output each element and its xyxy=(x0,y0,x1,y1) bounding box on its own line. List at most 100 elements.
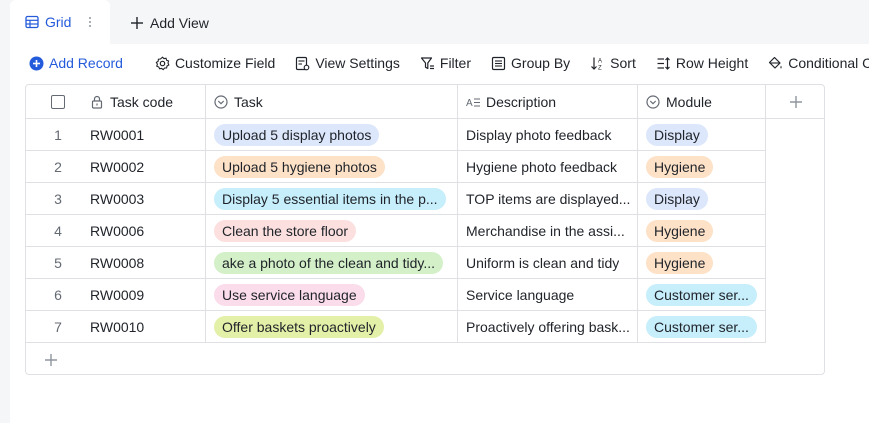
row-index-value: 4 xyxy=(54,222,62,239)
description-cell[interactable]: Display photo feedback xyxy=(457,119,637,151)
tab-grid[interactable]: Grid xyxy=(10,0,110,44)
description-value: Merchandise in the assi... xyxy=(466,222,625,239)
row-height-button[interactable]: Row Height xyxy=(656,50,748,76)
table-row[interactable]: 6 RW0009 Use service language Service langu… xyxy=(26,279,766,311)
task-cell[interactable]: Upload 5 hygiene photos xyxy=(205,151,457,183)
group-by-button[interactable]: Group By xyxy=(491,50,570,76)
description-cell[interactable]: Service language xyxy=(457,279,637,311)
task-code-cell[interactable]: RW0003 xyxy=(90,183,205,215)
header-module[interactable]: Module xyxy=(637,85,766,119)
task-code-cell[interactable]: RW0009 xyxy=(90,279,205,311)
module-cell[interactable]: Hygiene xyxy=(637,215,766,247)
filter-icon xyxy=(420,56,434,69)
task-code-cell[interactable]: RW0008 xyxy=(90,247,205,279)
description-cell[interactable]: TOP items are displayed... xyxy=(457,183,637,215)
module-cell[interactable]: Display xyxy=(637,183,766,215)
add-record-label: Add Record xyxy=(49,55,123,71)
task-code-value: RW0010 xyxy=(90,318,145,335)
svg-text:A: A xyxy=(466,98,473,109)
row-height-icon xyxy=(657,56,670,70)
task-cell[interactable]: ake a photo of the clean and tidy... xyxy=(205,247,457,279)
task-cell[interactable]: Display 5 essential items in the p... xyxy=(205,183,457,215)
svg-text:Z: Z xyxy=(598,65,602,71)
add-view-button[interactable]: Add View xyxy=(130,12,209,34)
header-task-code[interactable]: Task code xyxy=(90,85,205,119)
header-description[interactable]: A Description xyxy=(457,85,637,119)
sort-label: Sort xyxy=(610,55,636,71)
module-option-pill: Display xyxy=(646,187,708,210)
table-row[interactable]: 2 RW0002 Upload 5 hygiene photos Hygiene ph… xyxy=(26,151,766,183)
module-option-pill: Display xyxy=(646,123,708,146)
group-by-label: Group By xyxy=(511,55,571,71)
description-cell[interactable]: Merchandise in the assi... xyxy=(457,215,637,247)
task-code-cell[interactable]: RW0006 xyxy=(90,215,205,247)
add-row-plus-icon[interactable] xyxy=(44,353,58,367)
description-value: Hygiene photo feedback xyxy=(466,158,617,175)
more-vertical-icon[interactable] xyxy=(88,14,92,30)
view-settings-button[interactable]: View Settings xyxy=(295,50,400,76)
task-option-pill: Display 5 essential items in the p... xyxy=(214,187,446,210)
task-code-cell[interactable]: RW0001 xyxy=(90,119,205,151)
view-settings-label: View Settings xyxy=(315,55,400,71)
header-description-label: Description xyxy=(486,93,557,110)
conditional-coloring-label: Conditional Colo xyxy=(788,55,869,71)
module-cell[interactable]: Customer ser... xyxy=(637,279,766,311)
table-row[interactable]: 3 RW0003 Display 5 essential items in the … xyxy=(26,183,766,215)
module-cell[interactable]: Hygiene xyxy=(637,151,766,183)
module-option-pill: Hygiene xyxy=(646,155,714,178)
module-option-pill: Customer ser... xyxy=(646,283,757,306)
module-cell[interactable]: Display xyxy=(637,119,766,151)
customize-field-label: Customize Field xyxy=(174,55,276,71)
sort-icon: A Z xyxy=(591,57,602,71)
table-row[interactable]: 5 RW0008 ake a photo of the clean and tidy… xyxy=(26,247,766,279)
task-cell[interactable]: Use service language xyxy=(205,279,457,311)
task-option-pill: Clean the store floor xyxy=(214,219,357,242)
customize-field-button[interactable]: Customize Field xyxy=(155,50,275,76)
single-select-icon xyxy=(646,94,660,109)
row-index-value: 6 xyxy=(54,286,62,303)
svg-text:A: A xyxy=(598,58,602,64)
text-field-icon: A xyxy=(466,98,480,109)
header-task[interactable]: Task xyxy=(205,85,457,119)
description-cell[interactable]: Hygiene photo feedback xyxy=(457,151,637,183)
description-value: Display photo feedback xyxy=(466,126,612,143)
table-row[interactable]: 4 RW0006 Clean the store floor Merchandise … xyxy=(26,215,766,247)
add-field-button[interactable] xyxy=(766,85,824,119)
row-index: 3 xyxy=(26,183,90,215)
module-option-pill: Customer ser... xyxy=(646,315,757,338)
sort-button[interactable]: A Z Sort xyxy=(590,50,636,76)
description-cell[interactable]: Uniform is clean and tidy xyxy=(457,247,637,279)
module-cell[interactable]: Hygiene xyxy=(637,247,766,279)
filter-button[interactable]: Filter xyxy=(420,50,471,76)
task-code-cell[interactable]: RW0010 xyxy=(90,311,205,343)
select-all-checkbox[interactable] xyxy=(51,94,65,109)
grid-view-icon xyxy=(25,15,39,29)
row-index: 4 xyxy=(26,215,90,247)
header-task-label: Task xyxy=(234,93,263,110)
conditional-coloring-button[interactable]: Conditional Colo xyxy=(768,50,869,76)
module-option-pill: Hygiene xyxy=(646,251,714,274)
filter-label: Filter xyxy=(439,55,472,71)
description-value: Uniform is clean and tidy xyxy=(466,254,620,271)
add-record-button[interactable]: Add Record xyxy=(29,50,123,76)
view-tab-bar: Grid Add View xyxy=(0,0,869,44)
row-height-label: Row Height xyxy=(675,55,749,71)
header-task-code-label: Task code xyxy=(110,93,174,110)
task-cell[interactable]: Clean the store floor xyxy=(205,215,457,247)
row-index-value: 5 xyxy=(54,254,62,271)
description-value: Proactively offering bask... xyxy=(466,318,630,335)
grid-header-row: Task code Task A Description Module xyxy=(26,85,824,119)
row-index-value: 1 xyxy=(54,126,62,143)
task-cell[interactable]: Upload 5 display photos xyxy=(205,119,457,151)
lock-icon xyxy=(91,95,103,109)
description-cell[interactable]: Proactively offering bask... xyxy=(457,311,637,343)
task-option-pill: Upload 5 hygiene photos xyxy=(214,155,385,178)
group-icon xyxy=(491,56,506,70)
table-row[interactable]: 7 RW0010 Offer baskets proactively Proactiv… xyxy=(26,311,766,343)
view-toolbar: Add Record Customize Field View Settings xyxy=(10,50,869,76)
task-code-cell[interactable]: RW0002 xyxy=(90,151,205,183)
settings-doc-icon xyxy=(296,56,310,70)
module-cell[interactable]: Customer ser... xyxy=(637,311,766,343)
task-cell[interactable]: Offer baskets proactively xyxy=(205,311,457,343)
table-row[interactable]: 1 RW0001 Upload 5 display photos Display ph… xyxy=(26,119,766,151)
